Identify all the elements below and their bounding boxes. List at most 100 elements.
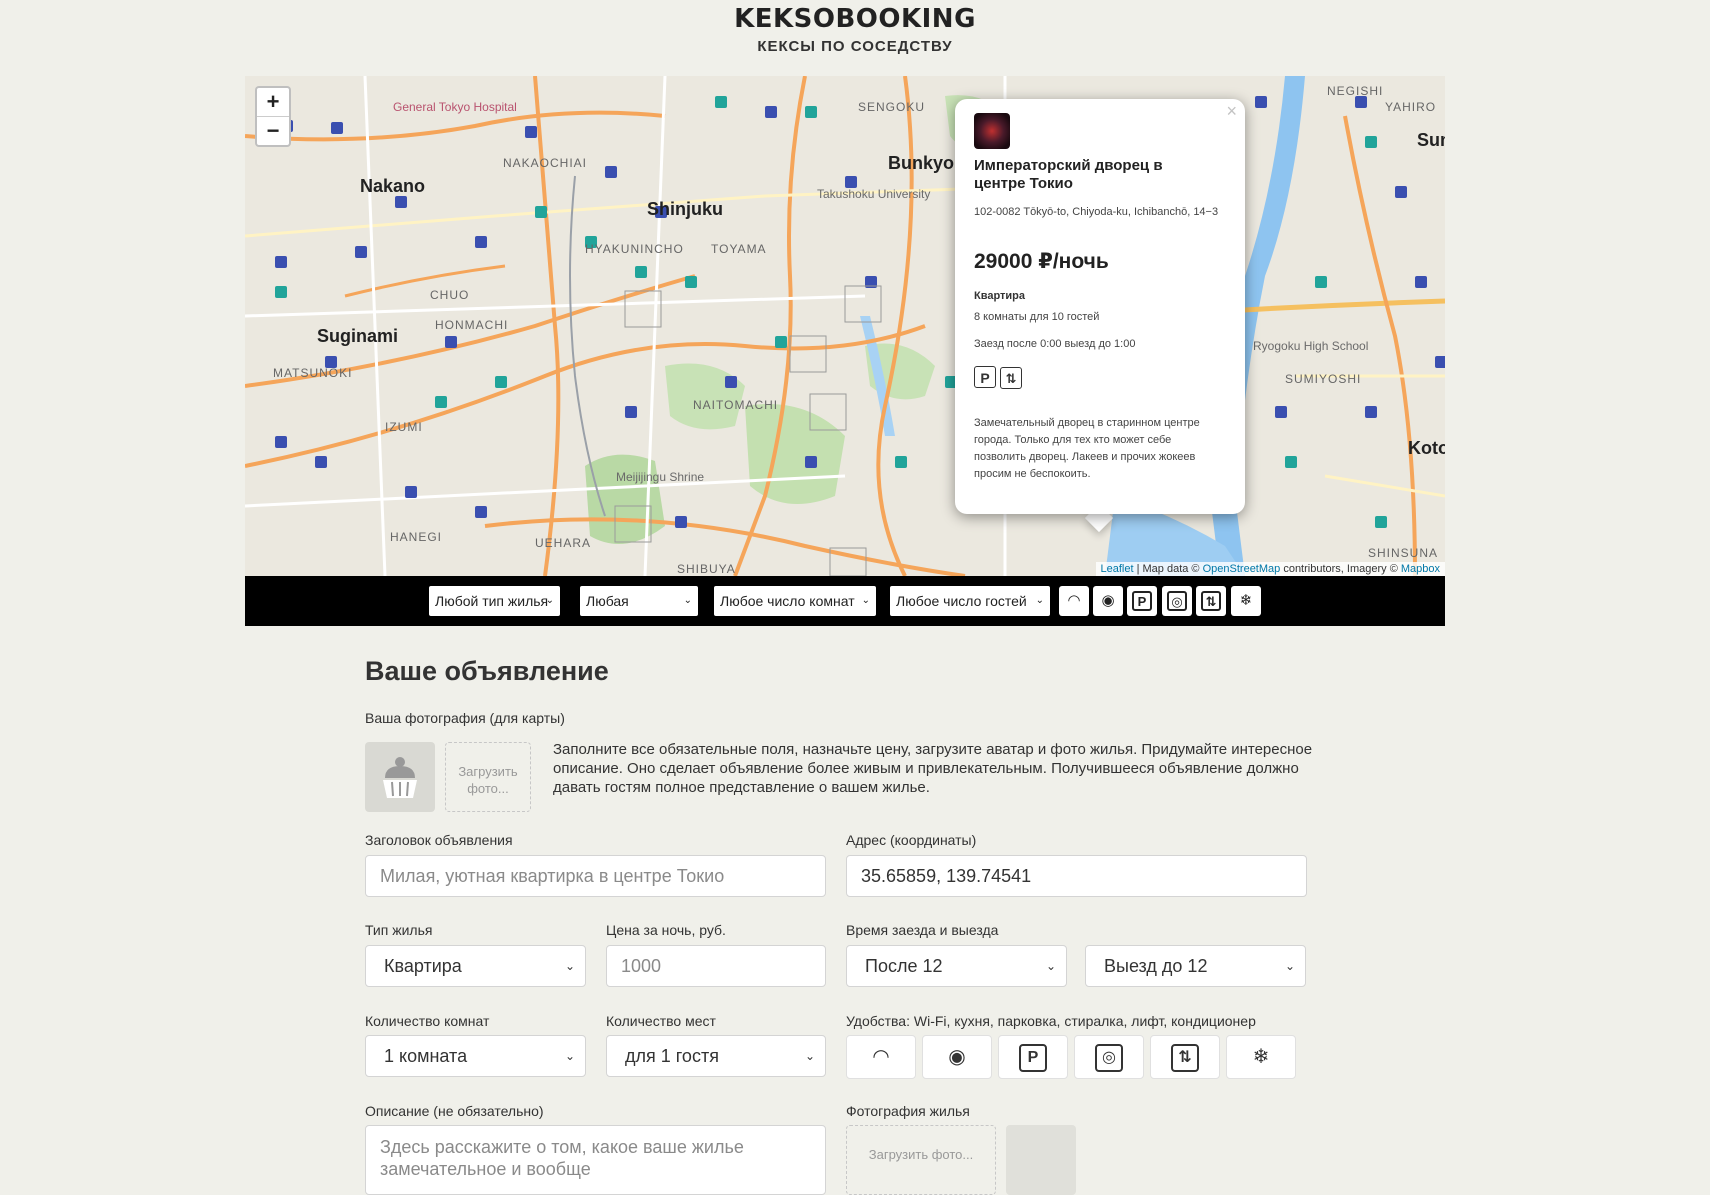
checkout-select[interactable]: Выезд до 12 ⌄ — [1085, 945, 1306, 987]
wifi-icon: ◠ — [872, 1046, 890, 1068]
zoom-in-button[interactable]: + — [257, 88, 289, 117]
map-label-chuo: CHUO — [430, 288, 470, 302]
map-label-school: Ryogoku High School — [1253, 339, 1369, 353]
dishwasher-icon: ◉ — [1101, 592, 1115, 609]
map-label-toyama: TOYAMA — [711, 242, 767, 256]
capacity-label: Количество мест — [606, 1013, 716, 1029]
filter-rooms-value: Любое число комнат — [720, 593, 855, 609]
map-label-suginami: Suginami — [317, 326, 399, 346]
map-label-nakaochiai: NAKAOCHIAI — [503, 156, 588, 170]
checkin-select[interactable]: После 12 ⌄ — [846, 945, 1067, 987]
dishwasher-icon: ◉ — [948, 1046, 966, 1068]
feature-dishwasher[interactable]: ◉ — [922, 1035, 992, 1079]
chevron-down-icon: ⌄ — [564, 1049, 575, 1063]
map-label-negishi: NEGISHI — [1327, 84, 1384, 98]
avatar-upload-zone[interactable]: Загрузить фото... — [445, 742, 531, 812]
price-input[interactable]: 1000 — [606, 945, 826, 987]
feature-conditioner[interactable]: ❄ — [1226, 1035, 1296, 1079]
conditioner-icon: ❄ — [1252, 1046, 1270, 1068]
filter-washer[interactable]: ◎ — [1162, 586, 1192, 616]
photo-upload-label: Загрузить фото... — [868, 1147, 974, 1162]
logo[interactable]: KEKSOBOOKING — [0, 4, 1710, 34]
features-label: Удобства: Wi-Fi, кухня, парковка, стирал… — [846, 1013, 1256, 1029]
address-input[interactable]: 35.65859, 139.74541 — [846, 855, 1307, 897]
zoom-out-button[interactable]: − — [257, 117, 289, 145]
map-label-university: Takushoku University — [817, 187, 931, 201]
filter-dishwasher[interactable]: ◉ — [1093, 586, 1123, 616]
map-label-honmachi: HONMACHI — [435, 318, 509, 332]
type-select-value: Квартира — [384, 956, 462, 976]
osm-link[interactable]: OpenStreetMap — [1203, 563, 1281, 575]
map-label-hospital: General Tokyo Hospital — [393, 100, 517, 114]
time-label: Время заезда и выезда — [846, 922, 999, 938]
feature-washer[interactable]: ◎ — [1074, 1035, 1144, 1079]
filter-elevator[interactable]: ⇅ — [1196, 586, 1226, 616]
filter-parking[interactable]: P — [1127, 586, 1157, 616]
leaflet-link[interactable]: Leaflet — [1101, 563, 1134, 575]
filter-guests-value: Любое число гостей — [896, 593, 1027, 609]
popup-close-button[interactable]: × — [1226, 101, 1237, 122]
type-label: Тип жилья — [365, 922, 433, 938]
map-label-sumiyoshi: SUMIYOSHI — [1285, 372, 1362, 386]
popup-title: Императорский дворец в центре Токио — [974, 157, 1163, 192]
map-label-hanegi: HANEGI — [390, 530, 443, 544]
map-label-nakano: Nakano — [360, 176, 426, 196]
map-label-sengoku: SENGOKU — [858, 100, 926, 114]
map-label-shinsuna: SHINSUNA — [1368, 546, 1439, 560]
popup-features: P ⇅ — [974, 366, 1026, 389]
filter-housing-type[interactable]: Любой тип жилья ⌄ — [429, 586, 560, 616]
map-label-sum: Sum — [1417, 130, 1445, 150]
rooms-select[interactable]: 1 комната ⌄ — [365, 1035, 586, 1077]
popup-capacity: 8 комнаты для 10 гостей — [974, 311, 1100, 323]
zoom-control: + − — [255, 86, 291, 147]
photo-upload-zone[interactable]: Загрузить фото... — [846, 1125, 996, 1195]
offer-popup: × Императорский дворец в центре Токио 10… — [955, 99, 1245, 514]
map-label-uehara: UEHARA — [535, 536, 592, 550]
description-textarea[interactable]: Здесь расскажите о том, какое ваше жилье… — [365, 1125, 826, 1195]
checkout-select-value: Выезд до 12 — [1104, 956, 1208, 976]
avatar-preview — [365, 742, 435, 812]
feature-parking[interactable]: P — [998, 1035, 1068, 1079]
chevron-down-icon: ⌄ — [545, 595, 554, 606]
map-label-koto: Koto — [1408, 438, 1445, 458]
popup-price: 29000 ₽/ночь — [974, 250, 1109, 273]
filter-wifi[interactable]: ◠ — [1059, 586, 1089, 616]
map-label-matsunoki: MATSUNOKI — [273, 366, 353, 380]
popup-time: Заезд после 0:00 выезд до 1:00 — [974, 338, 1136, 350]
popup-address: 102-0082 Tōkyō-to, Chiyoda-ku, Ichibanch… — [974, 206, 1219, 218]
filter-conditioner[interactable]: ❄ — [1231, 586, 1261, 616]
site-header: KEKSOBOOKING КЕКСЫ ПО СОСЕДСТВУ — [0, 0, 1710, 70]
elevator-icon: ⇅ — [1171, 1043, 1199, 1072]
map-tiles — [245, 76, 1445, 576]
wifi-icon: ◠ — [1068, 592, 1080, 609]
elevator-icon: ⇅ — [1000, 367, 1022, 389]
washer-icon: ◎ — [1095, 1043, 1123, 1072]
map[interactable]: Nakano Shinjuku Suginami Bunkyo Koto Sum… — [245, 76, 1445, 576]
mapbox-link[interactable]: Mapbox — [1401, 563, 1440, 575]
attribution-text-2: contributors, Imagery © — [1280, 563, 1401, 575]
parking-icon: P — [1019, 1043, 1047, 1072]
washer-icon: ◎ — [1167, 591, 1187, 612]
filter-rooms[interactable]: Любое число комнат ⌄ — [714, 586, 876, 616]
elevator-icon: ⇅ — [1201, 591, 1221, 612]
filter-price[interactable]: Любая ⌄ — [580, 586, 698, 616]
map-attribution: Leaflet | Map data © OpenStreetMap contr… — [1095, 562, 1445, 576]
filter-price-value: Любая — [586, 593, 629, 609]
form-intro: Заполните все обязательные поля, назначь… — [553, 741, 1313, 796]
description-label: Описание (не обязательно) — [365, 1103, 544, 1119]
map-label-shibuya: SHIBUYA — [677, 562, 736, 576]
map-label-naitomachi: NAITOMACHI — [693, 398, 779, 412]
feature-wifi[interactable]: ◠ — [846, 1035, 916, 1079]
filter-guests[interactable]: Любое число гостей ⌄ — [890, 586, 1050, 616]
avatar-upload-label: Загрузить фото... — [458, 764, 518, 796]
checkin-select-value: После 12 — [865, 956, 943, 976]
type-select[interactable]: Квартира ⌄ — [365, 945, 586, 987]
feature-elevator[interactable]: ⇅ — [1150, 1035, 1220, 1079]
rooms-select-value: 1 комната — [384, 1046, 468, 1066]
capacity-select[interactable]: для 1 гостя ⌄ — [606, 1035, 826, 1077]
map-label-shinjuku: Shinjuku — [647, 199, 723, 219]
chevron-down-icon: ⌄ — [564, 959, 575, 973]
title-input[interactable]: Милая, уютная квартирка в центре Токио — [365, 855, 826, 897]
chevron-down-icon: ⌄ — [1284, 959, 1295, 973]
photo-preview — [1006, 1125, 1076, 1195]
